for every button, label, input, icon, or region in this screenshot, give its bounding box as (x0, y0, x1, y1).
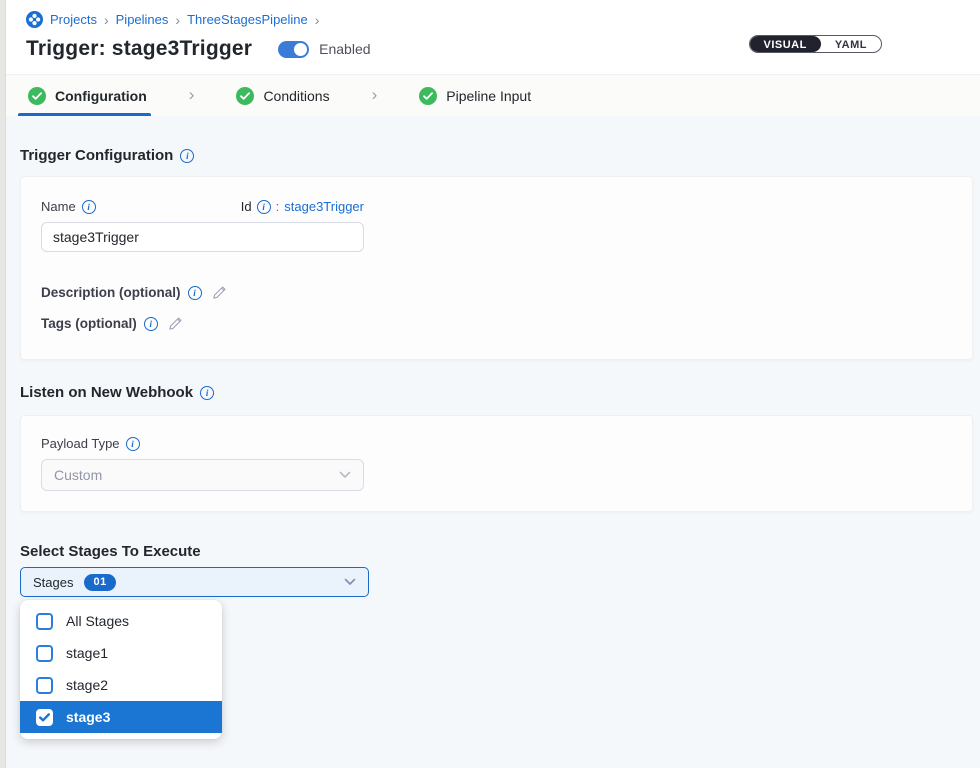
option-label: stage2 (66, 677, 108, 693)
breadcrumb-separator: › (315, 12, 320, 27)
info-icon[interactable]: i (180, 149, 194, 163)
page-title: Trigger: stage3Trigger (26, 37, 252, 61)
nav-edge-gutter (0, 0, 6, 768)
heading-text: Trigger Configuration (20, 147, 173, 164)
breadcrumb: Projects › Pipelines › ThreeStagesPipeli… (26, 11, 960, 28)
tab-label: Conditions (263, 88, 329, 104)
stage-option-stage3[interactable]: stage3 (20, 701, 222, 733)
check-circle-icon (419, 87, 437, 105)
check-circle-icon (28, 87, 46, 105)
tab-pipeline-input[interactable]: Pipeline Input (419, 87, 531, 105)
description-label: Description (optional) (41, 285, 181, 300)
check-circle-icon (236, 87, 254, 105)
breadcrumb-link-pipeline-name[interactable]: ThreeStagesPipeline (187, 12, 308, 27)
stage-option-stage2[interactable]: stage2 (20, 669, 222, 701)
trigger-configuration-card: Name i Id i : stage3Trigger Description … (20, 176, 973, 360)
active-tab-underline (18, 113, 151, 116)
option-label: stage1 (66, 645, 108, 661)
heading-text: Select Stages To Execute (20, 543, 201, 560)
wizard-tabbar: Configuration › Conditions › Pipeline In… (0, 75, 980, 116)
visual-yaml-toggle: VISUAL YAML (749, 35, 883, 53)
stages-multiselect[interactable]: Stages 01 (20, 567, 369, 597)
tab-configuration[interactable]: Configuration (28, 87, 147, 105)
yaml-toggle-button[interactable]: YAML (821, 36, 881, 52)
breadcrumb-separator: › (175, 12, 180, 27)
stages-count-badge: 01 (84, 574, 115, 591)
toggle-knob (294, 43, 307, 56)
breadcrumb-link-pipelines[interactable]: Pipelines (116, 12, 169, 27)
payload-type-label: Payload Type i (41, 436, 952, 451)
checkbox-checked[interactable] (36, 709, 53, 726)
page-header: Projects › Pipelines › ThreeStagesPipeli… (0, 0, 980, 75)
name-label-text: Name (41, 199, 76, 214)
edit-tags-icon[interactable] (168, 316, 183, 331)
enabled-toggle-label: Enabled (319, 41, 370, 57)
option-label: stage3 (66, 709, 110, 725)
main-content: Trigger Configuration i Name i Id i : st… (0, 147, 980, 739)
heading-text: Listen on New Webhook (20, 384, 193, 401)
payload-type-label-text: Payload Type (41, 436, 120, 451)
trigger-name-input[interactable] (41, 222, 364, 252)
breadcrumb-separator: › (104, 12, 109, 27)
edit-description-icon[interactable] (212, 285, 227, 300)
checkbox-unchecked[interactable] (36, 645, 53, 662)
checkbox-unchecked[interactable] (36, 613, 53, 630)
chevron-down-icon (339, 466, 351, 484)
info-icon[interactable]: i (144, 317, 158, 331)
id-separator: : (276, 199, 280, 214)
stage-option-all-stages[interactable]: All Stages (20, 605, 222, 637)
info-icon[interactable]: i (188, 286, 202, 300)
payload-type-select[interactable]: Custom (41, 459, 364, 491)
visual-toggle-button[interactable]: VISUAL (750, 36, 821, 52)
trigger-configuration-heading: Trigger Configuration i (20, 147, 973, 164)
option-label: All Stages (66, 613, 129, 629)
stages-field-label: Stages (33, 575, 73, 590)
chevron-right-icon: › (189, 85, 195, 107)
enabled-toggle[interactable] (278, 41, 309, 58)
tab-label: Configuration (55, 88, 147, 104)
webhook-card: Payload Type i Custom (20, 415, 973, 512)
select-stages-heading: Select Stages To Execute (20, 543, 973, 560)
tags-row: Tags (optional) i (41, 316, 952, 331)
trigger-id: Id i : stage3Trigger (241, 199, 364, 214)
info-icon[interactable]: i (200, 386, 214, 400)
info-icon[interactable]: i (82, 200, 96, 214)
chevron-right-icon: › (372, 85, 378, 107)
tab-conditions[interactable]: Conditions (236, 87, 329, 105)
description-row: Description (optional) i (41, 285, 952, 300)
breadcrumb-link-projects[interactable]: Projects (50, 12, 97, 27)
name-label: Name i (41, 199, 96, 214)
stages-dropdown-menu: All Stages stage1 stage2 stage3 (20, 600, 222, 739)
info-icon[interactable]: i (126, 437, 140, 451)
trigger-id-value[interactable]: stage3Trigger (284, 199, 364, 214)
info-icon[interactable]: i (257, 200, 271, 214)
tab-label: Pipeline Input (446, 88, 531, 104)
id-label-text: Id (241, 199, 252, 214)
harness-logo-icon (26, 11, 43, 28)
tags-label: Tags (optional) (41, 316, 137, 331)
webhook-heading: Listen on New Webhook i (20, 384, 973, 401)
chevron-down-icon (344, 573, 356, 591)
checkbox-unchecked[interactable] (36, 677, 53, 694)
payload-type-value: Custom (54, 467, 339, 483)
stage-option-stage1[interactable]: stage1 (20, 637, 222, 669)
